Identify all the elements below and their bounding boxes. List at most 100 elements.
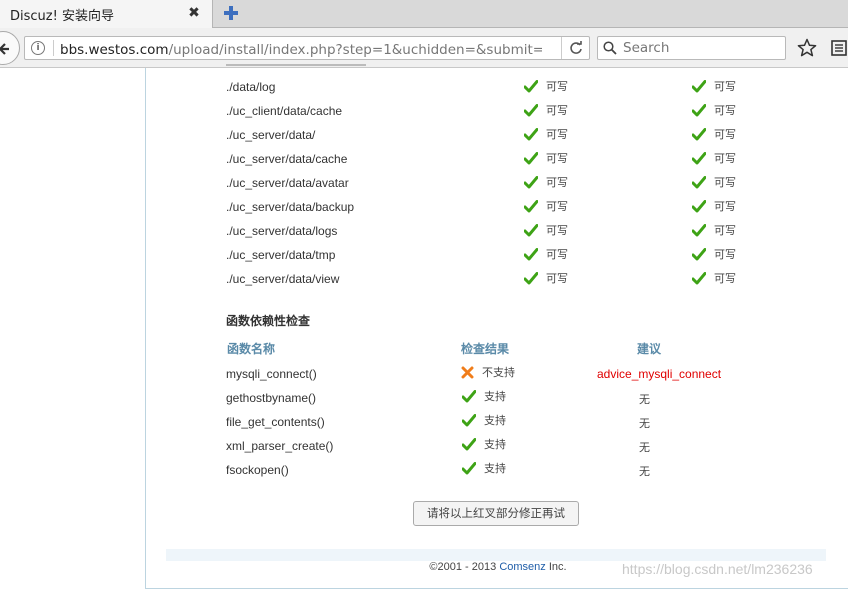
url-bar[interactable]: i bbs.westos.com/upload/install/index.ph… <box>24 36 590 60</box>
back-button[interactable] <box>0 31 20 65</box>
check-icon <box>692 271 706 284</box>
reading-list-icon[interactable] <box>830 39 848 57</box>
check-icon <box>462 413 476 426</box>
func-advice: 无 <box>639 441 650 454</box>
func-advice: advice_mysqli_connect <box>597 367 722 381</box>
dir-path: ./uc_server/data/ <box>226 128 316 142</box>
col-header-check-result: 检查结果 <box>461 342 510 356</box>
current-status: 可写 <box>524 102 568 118</box>
func-row: fsockopen() 支持 无 <box>146 460 848 480</box>
check-icon <box>524 79 538 92</box>
dir-row: ./uc_server/data/可写 可写 <box>146 126 848 146</box>
check-icon <box>692 199 706 212</box>
dir-row: ./uc_server/data/view 可写 可写 <box>146 270 848 290</box>
check-icon <box>524 247 538 260</box>
current-status-label: 可写 <box>546 80 568 93</box>
dir-path: ./uc_server/data/cache <box>226 152 348 166</box>
current-status: 可写 <box>524 150 568 166</box>
func-name: fsockopen() <box>226 463 289 477</box>
required-status: 可写 <box>692 126 736 142</box>
func-advice: 无 <box>639 393 650 406</box>
retry-fix-button[interactable]: 请将以上红叉部分修正再试 <box>413 501 579 526</box>
current-status-label: 可写 <box>546 128 568 141</box>
col-header-advice: 建议 <box>637 342 662 356</box>
func-row: xml_parser_create() 支持 无 <box>146 436 848 456</box>
check-icon <box>692 247 706 260</box>
current-status-label: 可写 <box>546 176 568 189</box>
search-bar[interactable]: Search <box>597 36 786 60</box>
current-status-label: 可写 <box>546 224 568 237</box>
tab-discuz-install[interactable]: Discuz! 安装向导 ✖ <box>0 0 213 28</box>
required-status-label: 可写 <box>714 200 736 213</box>
required-status: 可写 <box>692 174 736 190</box>
current-status: 可写 <box>524 198 568 214</box>
func-name: xml_parser_create() <box>226 439 334 453</box>
required-status: 可写 <box>692 102 736 118</box>
func-result-label: 支持 <box>484 414 506 427</box>
dir-row: ./uc_server/data/tmp 可写 可写 <box>146 246 848 266</box>
search-icon <box>603 41 617 55</box>
comsenz-link[interactable]: Comsenz <box>499 561 545 573</box>
func-result-label: 不支持 <box>482 366 515 379</box>
func-result: 支持 <box>462 388 506 404</box>
back-arrow-icon <box>0 43 9 55</box>
col-header-func-name: 函数名称 <box>227 342 276 356</box>
search-placeholder: Search <box>623 40 670 56</box>
required-status-label: 可写 <box>714 224 736 237</box>
check-icon <box>524 271 538 284</box>
dir-path: ./uc_server/data/tmp <box>226 248 336 262</box>
tab-bar: Discuz! 安装向导 ✖ <box>0 0 848 28</box>
func-row: gethostbyname() 支持 无 <box>146 388 848 408</box>
required-status-label: 可写 <box>714 80 736 93</box>
check-icon <box>462 461 476 474</box>
func-advice: 无 <box>639 417 650 430</box>
csdn-watermark: https://blog.csdn.net/lm236236 <box>622 561 813 577</box>
check-icon <box>524 151 538 164</box>
reload-icon <box>569 41 582 54</box>
dir-path: ./uc_server/data/avatar <box>226 176 349 190</box>
required-status: 可写 <box>692 222 736 238</box>
url-text[interactable]: bbs.westos.com/upload/install/index.php?… <box>60 38 542 58</box>
required-status: 可写 <box>692 270 736 286</box>
new-tab-plus-icon[interactable] <box>222 4 240 22</box>
tab-title: Discuz! 安装向导 <box>10 8 114 24</box>
current-status: 可写 <box>524 270 568 286</box>
func-result: 支持 <box>462 412 506 428</box>
func-row: mysqli_connect() 不支持 advice_mysqli_connect <box>146 364 848 384</box>
current-status: 可写 <box>524 174 568 190</box>
current-status: 可写 <box>524 222 568 238</box>
dir-row: ./uc_server/data/logs 可写 可写 <box>146 222 848 242</box>
info-icon[interactable]: i <box>31 41 45 55</box>
current-status-label: 可写 <box>546 152 568 165</box>
func-name: file_get_contents() <box>226 415 325 429</box>
check-icon <box>524 127 538 140</box>
required-status-label: 可写 <box>714 272 736 285</box>
install-panel: ./data/log 可写 可写 ./uc_client/data/cache 可写 可写… <box>145 64 848 589</box>
check-icon <box>692 79 706 92</box>
dir-row: ./uc_client/data/cache 可写 可写 <box>146 102 848 122</box>
func-name: gethostbyname() <box>226 391 317 405</box>
func-result: 支持 <box>462 460 506 476</box>
func-section-title: 函数依赖性检查 <box>226 314 311 328</box>
check-icon <box>462 389 476 402</box>
tab-close-icon[interactable]: ✖ <box>186 5 202 21</box>
required-status-label: 可写 <box>714 128 736 141</box>
check-icon <box>462 437 476 450</box>
bookmark-star-icon[interactable] <box>797 38 817 58</box>
reload-button[interactable] <box>561 37 589 59</box>
nav-bar: i bbs.westos.com/upload/install/index.ph… <box>0 28 848 68</box>
current-status-label: 可写 <box>546 200 568 213</box>
required-status-label: 可写 <box>714 152 736 165</box>
current-status: 可写 <box>524 246 568 262</box>
dir-path: ./data/log <box>226 80 276 94</box>
url-separator <box>53 40 54 56</box>
check-icon <box>524 199 538 212</box>
func-result-label: 支持 <box>484 438 506 451</box>
current-status: 可写 <box>524 78 568 94</box>
clipped-row-fragment <box>226 60 386 66</box>
func-result-label: 支持 <box>484 462 506 475</box>
dir-path: ./uc_server/data/view <box>226 272 340 286</box>
footer-band <box>166 549 826 561</box>
func-name: mysqli_connect() <box>226 367 317 381</box>
required-status: 可写 <box>692 150 736 166</box>
